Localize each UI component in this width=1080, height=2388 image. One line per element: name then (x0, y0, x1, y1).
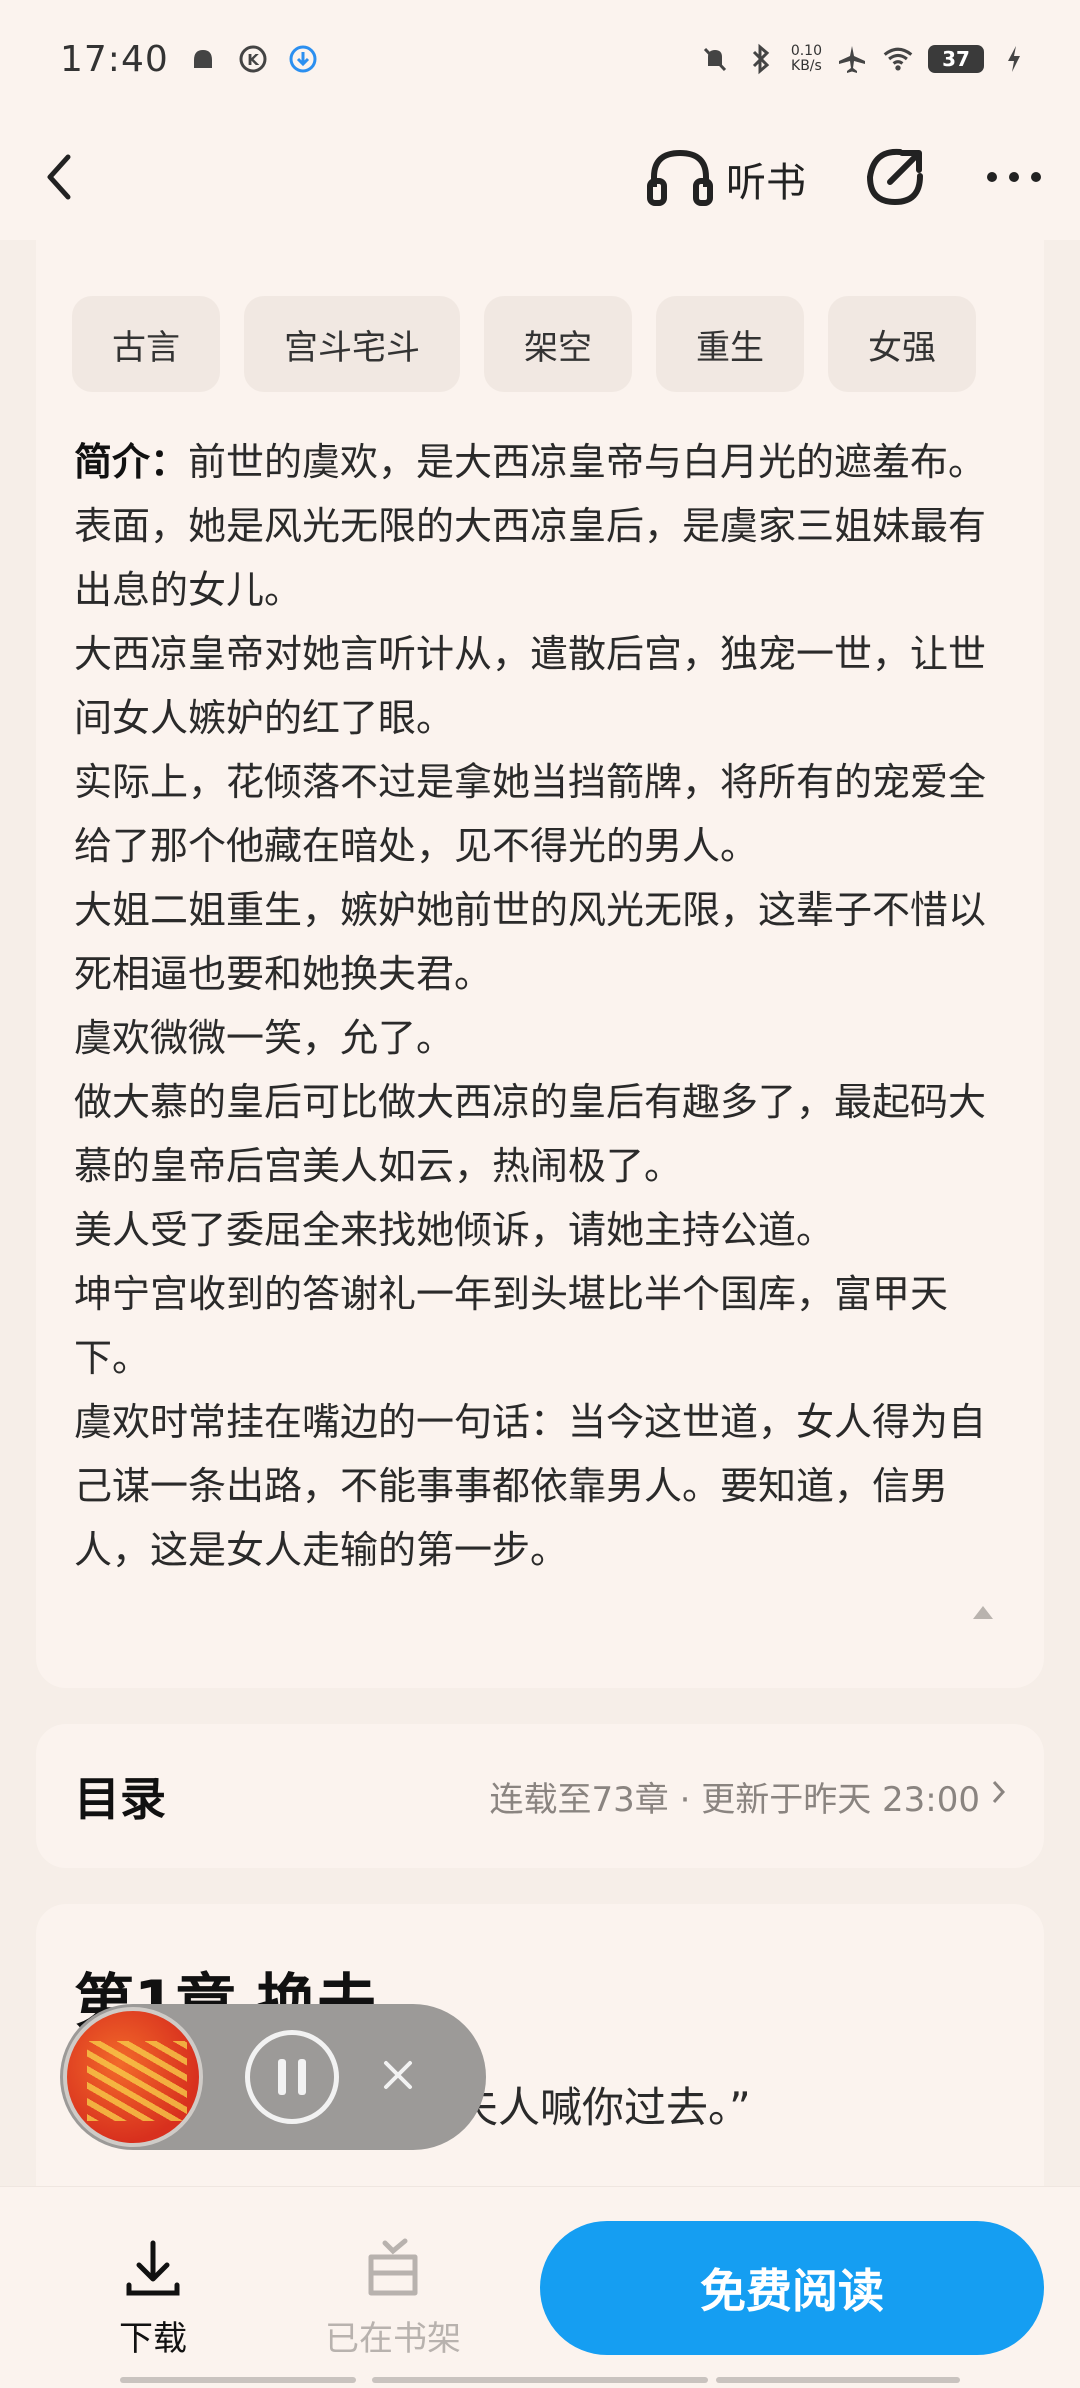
share-icon[interactable] (862, 144, 928, 214)
bluetooth-icon (745, 43, 777, 75)
gesture-bar-segment (716, 2377, 960, 2383)
bookshelf-icon (361, 2238, 425, 2303)
download-status-icon (287, 43, 319, 75)
bottom-action-bar: 下载 已在书架 免费阅读 (0, 2186, 1080, 2388)
more-icon[interactable] (984, 167, 1044, 191)
audio-cover-image[interactable] (63, 2007, 203, 2147)
tag-item[interactable]: 古言 (72, 296, 220, 392)
book-intro-card: 古言 宫斗宅斗 架空 重生 女强 简介：前世的虞欢，是大西凉皇帝与白月光的遮羞布… (36, 230, 1044, 1688)
svg-text:K: K (247, 51, 260, 69)
synopsis-first-text: 前世的虞欢，是大西凉皇帝与白月光的遮羞布。 (188, 440, 987, 484)
synopsis-paragraph: 虞欢微微一笑，允了。 (74, 1016, 455, 1060)
pause-icon (278, 2059, 286, 2095)
download-icon (123, 2240, 183, 2303)
synopsis-paragraph: 表面，她是风光无限的大西凉皇后，是虞家三姐妹最有出息的女儿。 (74, 504, 987, 612)
back-icon[interactable] (36, 147, 82, 211)
download-label: 下载 (119, 2319, 187, 2359)
status-right: 0.10 KB/s 37 (699, 43, 1030, 75)
synopsis-label: 简介： (74, 440, 189, 484)
wifi-icon (882, 43, 914, 75)
tag-item[interactable]: 架空 (484, 296, 632, 392)
k-circle-icon: K (237, 43, 269, 75)
charging-icon (998, 43, 1030, 75)
status-bar: 17:40 K 0.10 KB/s 37 (0, 0, 1080, 118)
gesture-bar-segment (120, 2377, 356, 2383)
listen-button[interactable]: 听书 (644, 147, 806, 211)
tag-list: 古言 宫斗宅斗 架空 重生 女强 (72, 296, 976, 392)
close-icon[interactable] (381, 2058, 415, 2096)
header-actions: 听书 (644, 144, 1044, 214)
catalog-meta: 连载至73章 · 更新于昨天 23:00 (490, 1772, 1008, 1821)
chevron-right-icon (990, 1776, 1008, 1816)
synopsis-paragraph: 做大慕的皇后可比做大西凉的皇后有趣多了，最起码大慕的皇帝后宫美人如云，热闹极了。 (74, 1080, 987, 1188)
download-button[interactable]: 下载 (78, 2237, 228, 2360)
headphones-icon (644, 147, 716, 211)
catalog-title: 目录 (74, 1772, 166, 1826)
bookshelf-label: 已在书架 (325, 2319, 461, 2359)
free-read-button[interactable]: 免费阅读 (540, 2221, 1044, 2355)
catalog-row[interactable]: 目录 连载至73章 · 更新于昨天 23:00 (36, 1724, 1044, 1868)
tag-item[interactable]: 重生 (656, 296, 804, 392)
synopsis-first-paragraph: 简介：前世的虞欢，是大西凉皇帝与白月光的遮羞布。 (74, 430, 1014, 494)
synopsis-paragraph: 虞欢时常挂在嘴边的一句话：当今这世道，女人得为自己谋一条出路，不能事事都依靠男人… (74, 1400, 987, 1572)
floating-audio-player[interactable] (60, 2004, 486, 2150)
synopsis-paragraph: 实际上，花倾落不过是拿她当挡箭牌，将所有的宠爱全给了那个他藏在暗处，见不得光的男… (74, 760, 987, 868)
top-nav-bar: 听书 (0, 118, 1080, 240)
pause-button[interactable] (245, 2030, 339, 2124)
listen-label: 听书 (726, 160, 806, 206)
collapse-triangle-icon[interactable] (970, 1602, 996, 1626)
airplane-mode-icon (836, 43, 868, 75)
network-speed: 0.10 KB/s (791, 44, 822, 74)
mute-bell-icon (699, 43, 731, 75)
book-synopsis[interactable]: 简介：前世的虞欢，是大西凉皇帝与白月光的遮羞布。 表面，她是风光无限的大西凉皇后… (74, 430, 1014, 1582)
synopsis-paragraph: 美人受了委屈全来找她倾诉，请她主持公道。 (74, 1208, 835, 1252)
app-notification-icon (187, 43, 219, 75)
pause-icon (298, 2059, 306, 2095)
gesture-bar-segment (372, 2377, 708, 2383)
battery-indicator: 37 (928, 45, 984, 73)
synopsis-paragraph: 坤宁宫收到的答谢礼一年到头堪比半个国库，富甲天下。 (74, 1272, 949, 1380)
synopsis-paragraph: 大姐二姐重生，嫉妒她前世的风光无限，这辈子不惜以死相逼也要和她换夫君。 (74, 888, 987, 996)
network-speed-value: 0.10 (790, 43, 822, 59)
status-time: 17:40 (60, 38, 169, 80)
tag-item[interactable]: 宫斗宅斗 (244, 296, 460, 392)
bookshelf-button[interactable]: 已在书架 (318, 2237, 468, 2360)
tag-item[interactable]: 女强 (828, 296, 976, 392)
chapter-text: 夫人喊你过去。” (456, 2083, 751, 2132)
network-speed-unit: KB/s (791, 58, 822, 74)
status-left: 17:40 K (60, 39, 319, 80)
catalog-update-info: 连载至73章 · 更新于昨天 23:00 (489, 1779, 980, 1820)
synopsis-paragraph: 大西凉皇帝对她言听计从，遣散后宫，独宠一世，让世间女人嫉妒的红了眼。 (74, 632, 987, 740)
